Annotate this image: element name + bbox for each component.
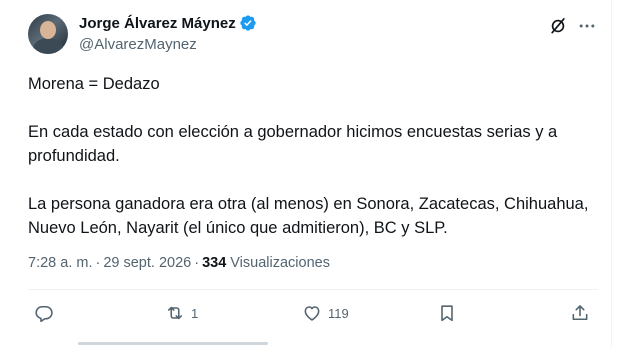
views-label: Visualizaciones	[230, 255, 330, 271]
post-time[interactable]: 7:28 a. m.	[28, 255, 92, 271]
author-handle[interactable]: @AlvarezMaynez	[79, 36, 197, 53]
bookmark-icon	[441, 305, 453, 322]
retweet-count: 1	[191, 305, 199, 321]
meta-separator: ·	[95, 255, 101, 271]
reply-icon	[35, 305, 53, 323]
next-item-fragment	[0, 340, 611, 347]
post-meta: 7:28 a. m. · 29 sept. 2026 · 334 Visuali…	[28, 255, 330, 271]
author-name[interactable]: Jorge Álvarez Máynez	[79, 15, 236, 32]
verified-badge-icon[interactable]	[239, 14, 257, 32]
post-text: Morena = Dedazo En cada estado con elecc…	[28, 72, 598, 240]
share-icon	[572, 305, 588, 321]
grok-icon[interactable]	[548, 16, 568, 36]
like-count: 119	[328, 305, 349, 321]
post-line-1: Morena = Dedazo	[28, 75, 160, 93]
heart-icon	[304, 306, 320, 321]
tweet-card: Jorge Álvarez Máynez @AlvarezMaynez More…	[0, 0, 617, 347]
share-button[interactable]	[570, 303, 590, 323]
views-count: 334	[202, 255, 227, 271]
more-options-icon[interactable]	[577, 16, 597, 36]
reply-button[interactable]	[34, 303, 54, 323]
retweet-button[interactable]: 1	[165, 303, 198, 323]
bookmark-button[interactable]	[437, 303, 457, 323]
retweet-icon	[167, 306, 183, 320]
meta-separator: ·	[194, 255, 200, 271]
column-border	[611, 0, 612, 347]
post-date[interactable]: 29 sept. 2026	[103, 255, 191, 271]
avatar[interactable]	[28, 14, 68, 54]
author-name-row: Jorge Álvarez Máynez	[79, 14, 257, 32]
post-line-2: En cada estado con elección a gobernador…	[28, 123, 558, 165]
post-line-3: La persona ganadora era otra (al menos) …	[28, 195, 589, 237]
actions-divider	[28, 289, 598, 290]
like-button[interactable]: 119	[302, 303, 349, 323]
